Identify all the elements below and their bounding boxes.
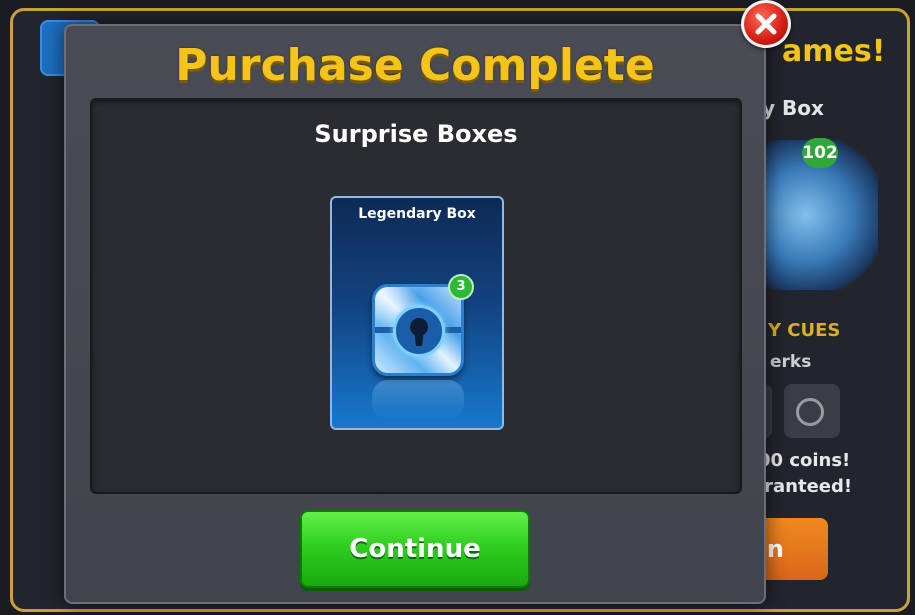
background-coins-text: 00 coins! — [758, 450, 851, 471]
continue-button[interactable]: Continue — [300, 510, 530, 588]
item-count-badge: 3 — [448, 274, 474, 300]
background-cues-label: Y CUES — [768, 320, 841, 341]
section-title: Surprise Boxes — [314, 120, 518, 148]
dialog-title: Purchase Complete — [175, 40, 655, 91]
purchase-complete-dialog: Purchase Complete Surprise Boxes Legenda… — [64, 24, 766, 604]
background-guaranteed-text: aranteed! — [752, 476, 853, 497]
rewards-panel: Surprise Boxes Legendary Box 3 — [90, 98, 742, 494]
background-title: ames! — [782, 34, 886, 69]
reward-item-name: Legendary Box — [358, 206, 476, 222]
background-perks-label: erks — [770, 352, 812, 372]
chest-reflection — [372, 380, 464, 420]
reward-card-legendary-box: Legendary Box 3 — [330, 196, 504, 430]
legendary-box-icon — [372, 284, 464, 376]
gear-icon — [796, 398, 824, 426]
close-button[interactable] — [741, 0, 791, 48]
close-icon — [755, 13, 777, 35]
keyhole-icon — [393, 305, 445, 357]
background-box-count: 102 — [802, 138, 838, 168]
background-box-name: y Box — [762, 96, 824, 120]
